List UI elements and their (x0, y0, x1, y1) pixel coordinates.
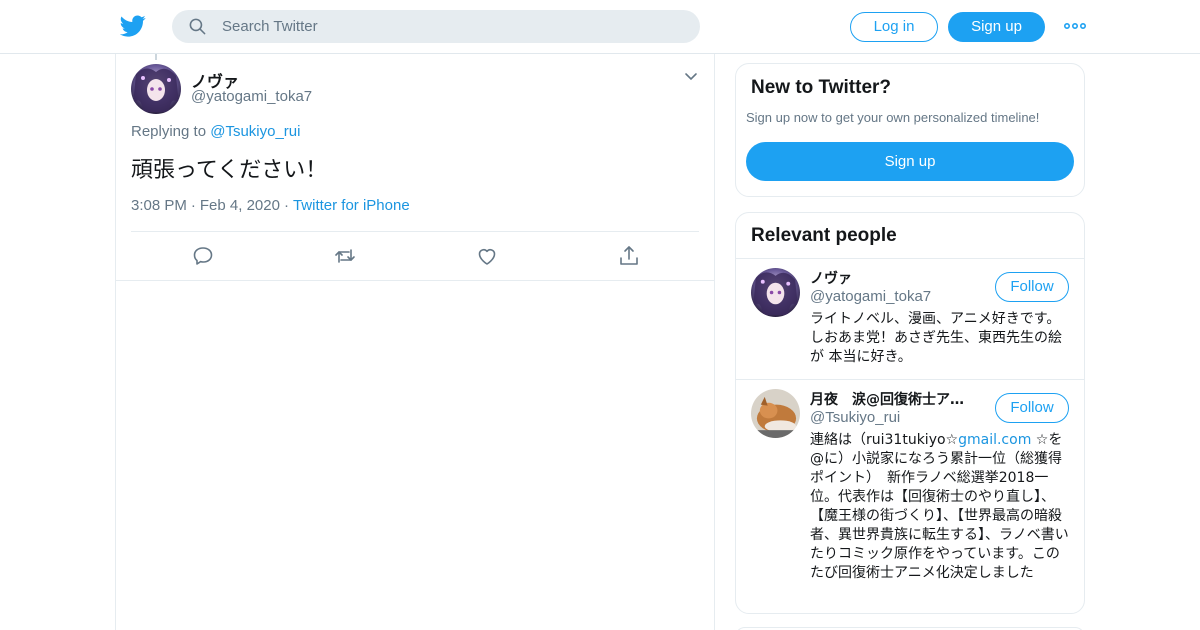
replying-to-line: Replying to @Tsukiyo_rui (131, 123, 300, 140)
person-name[interactable]: 月夜 涙@回復術士ア… (810, 389, 980, 409)
relevant-people-card: Relevant people ノヴァ @yatogami_toka7 Foll… (735, 212, 1085, 614)
meta-separator: · (190, 197, 196, 214)
twitter-bird-icon[interactable] (120, 13, 146, 39)
avatar[interactable] (751, 268, 800, 317)
replying-to-link[interactable]: @Tsukiyo_rui (210, 123, 300, 140)
list-item[interactable]: 月夜 涙@回復術士ア… @Tsukiyo_rui Follow 連絡は（rui3… (736, 379, 1084, 613)
person-name[interactable]: ノヴァ (810, 268, 980, 288)
tweet-text: 頑張ってください！ (131, 158, 328, 183)
tweet-author-handle[interactable]: @yatogami_toka7 (191, 88, 312, 105)
retweet-icon[interactable] (333, 244, 357, 268)
person-handle[interactable]: @Tsukiyo_rui (810, 409, 900, 426)
search-icon (189, 18, 206, 35)
tweet-date[interactable]: Feb 4, 2020 (200, 197, 280, 214)
like-icon[interactable] (475, 244, 499, 268)
follow-button[interactable]: Follow (995, 272, 1069, 302)
more-icon[interactable] (1064, 18, 1086, 34)
tweet-column: ノヴァ @yatogami_toka7 Replying to @Tsukiyo… (115, 54, 715, 630)
bio-text: 連絡は（rui31tukiyo☆ (810, 432, 959, 448)
share-icon[interactable] (617, 244, 641, 268)
bio-link[interactable]: gmail.com (958, 432, 1031, 448)
meta-separator: · (283, 197, 289, 214)
avatar[interactable] (131, 64, 181, 114)
tweet-metadata: 3:08 PM · Feb 4, 2020 · Twitter for iPhone (131, 197, 410, 214)
divider (131, 231, 699, 232)
card-subtitle: Sign up now to get your own personalized… (746, 110, 1040, 125)
list-item[interactable]: ノヴァ @yatogami_toka7 Follow ライトノベル、漫画、アニメ… (736, 258, 1084, 379)
tweet-source-link[interactable]: Twitter for iPhone (293, 197, 410, 214)
reply-icon[interactable] (191, 244, 215, 268)
sidebar-signup-button[interactable]: Sign up (746, 142, 1074, 181)
card-title: New to Twitter? (751, 77, 892, 98)
search-bar[interactable] (172, 10, 700, 43)
replying-to-label: Replying to (131, 123, 207, 140)
tweet-actions (116, 244, 716, 268)
signup-button[interactable]: Sign up (948, 12, 1045, 42)
person-bio: 連絡は（rui31tukiyo☆gmail.com ☆を@に）小説家になろう累計… (810, 431, 1072, 583)
divider (116, 280, 715, 281)
login-button[interactable]: Log in (850, 12, 938, 42)
chevron-down-icon[interactable] (684, 70, 698, 84)
thread-connector-line (155, 54, 157, 60)
search-input[interactable] (222, 10, 682, 43)
person-bio: ライトノベル、漫画、アニメ好きです。しおあま党！あさぎ先生、東西先生の絵が 本当… (810, 311, 1062, 365)
tweet-time[interactable]: 3:08 PM (131, 197, 187, 214)
bio-text: ☆を@に）小説家になろう累計一位（総獲得ポイント） 新作ラノベ総選挙2018一位… (810, 432, 1069, 581)
new-to-twitter-card: New to Twitter? Sign up now to get your … (735, 63, 1085, 197)
avatar[interactable] (751, 389, 800, 438)
follow-button[interactable]: Follow (995, 393, 1069, 423)
person-handle[interactable]: @yatogami_toka7 (810, 288, 931, 305)
card-title: Relevant people (751, 225, 897, 246)
top-navigation-bar: Log in Sign up (0, 0, 1200, 54)
